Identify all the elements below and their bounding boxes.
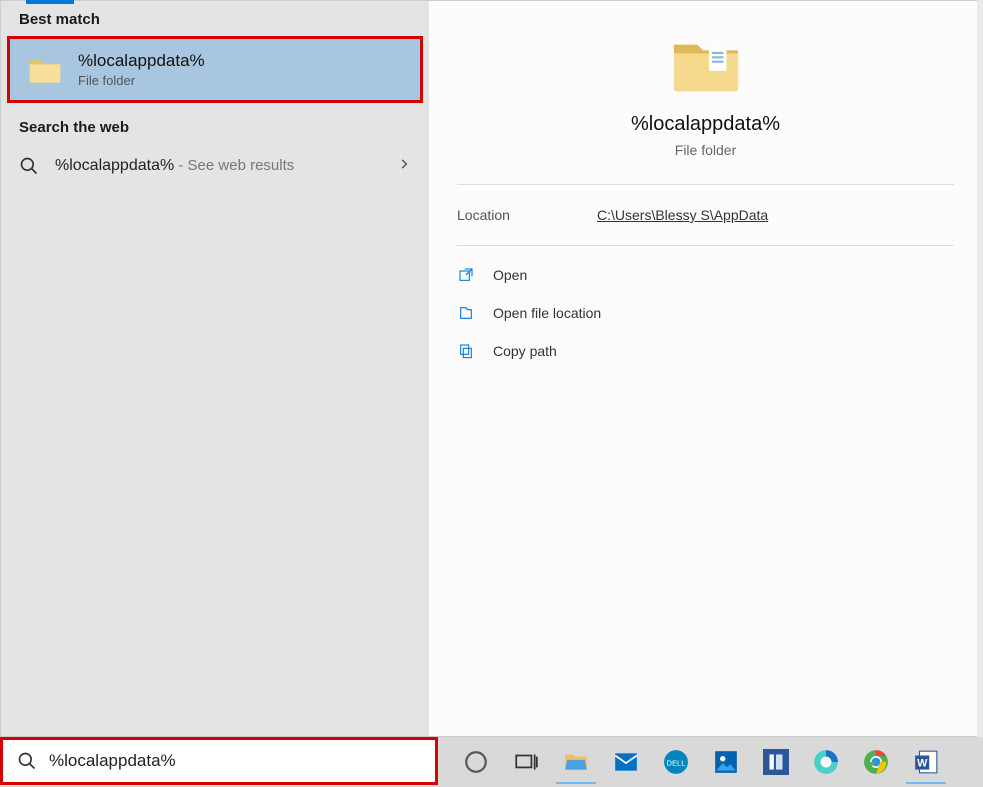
category-indicator (26, 0, 74, 4)
chevron-right-icon (397, 157, 411, 176)
best-match-text: %localappdata% File folder (78, 51, 205, 88)
word-icon: W (913, 749, 939, 775)
search-icon (19, 156, 39, 176)
action-copy-path[interactable]: Copy path (457, 332, 954, 370)
action-open-location[interactable]: Open file location (457, 294, 954, 332)
web-result-item[interactable]: %localappdata% - See web results (1, 144, 429, 188)
photos-icon (713, 749, 739, 775)
photos-button[interactable] (702, 740, 750, 784)
edge-icon (813, 749, 839, 775)
action-copy-path-label: Copy path (493, 343, 557, 359)
web-result-text: %localappdata% - See web results (55, 157, 397, 175)
folder-icon (28, 56, 62, 84)
edge-button[interactable] (802, 740, 850, 784)
dell-icon: DELL (663, 749, 689, 775)
svg-text:W: W (917, 757, 928, 769)
best-match-subtitle: File folder (78, 73, 205, 88)
search-box[interactable] (0, 737, 438, 785)
best-match-result[interactable]: %localappdata% File folder (7, 36, 423, 103)
folder-icon (671, 35, 741, 95)
search-web-header: Search the web (1, 109, 429, 144)
chrome-button[interactable] (852, 740, 900, 784)
action-open[interactable]: Open (457, 256, 954, 294)
best-match-header: Best match (1, 1, 429, 36)
taskbar: DELL W (446, 737, 983, 787)
scrollbar[interactable] (977, 0, 983, 737)
action-open-label: Open (493, 267, 527, 283)
file-explorer-icon (563, 749, 589, 775)
results-list-panel: Best match %localappdata% File folder Se… (1, 1, 429, 736)
location-label: Location (457, 207, 597, 223)
search-input[interactable] (49, 751, 421, 771)
svg-text:DELL: DELL (667, 758, 686, 767)
location-path-link[interactable]: C:\Users\Blessy S\AppData (597, 207, 768, 223)
taskbar-area: DELL W (0, 737, 983, 787)
taskview-icon (513, 749, 539, 775)
mail-button[interactable] (602, 740, 650, 784)
web-result-suffix: - See web results (174, 157, 294, 174)
cortana-button[interactable] (452, 740, 500, 784)
taskview-button[interactable] (502, 740, 550, 784)
best-match-title: %localappdata% (78, 51, 205, 71)
search-icon (17, 751, 37, 771)
file-explorer-button[interactable] (552, 740, 600, 784)
mail-icon (613, 749, 639, 775)
open-location-icon (457, 304, 475, 322)
preview-header: %localappdata% File folder (429, 1, 982, 184)
chrome-icon (863, 749, 889, 775)
action-open-location-label: Open file location (493, 305, 601, 321)
copy-icon (457, 342, 475, 360)
actions-list: Open Open file location Copy path (429, 246, 982, 380)
preview-type: File folder (449, 142, 962, 158)
office-icon (763, 749, 789, 775)
web-result-term: %localappdata% (55, 157, 174, 174)
preview-title: %localappdata% (449, 113, 962, 136)
preview-panel: %localappdata% File folder Location C:\U… (429, 1, 982, 736)
cortana-icon (463, 749, 489, 775)
search-results-window: Best match %localappdata% File folder Se… (0, 0, 983, 737)
word-button[interactable]: W (902, 740, 950, 784)
office-button[interactable] (752, 740, 800, 784)
location-row: Location C:\Users\Blessy S\AppData (429, 185, 982, 245)
open-icon (457, 266, 475, 284)
dell-button[interactable]: DELL (652, 740, 700, 784)
